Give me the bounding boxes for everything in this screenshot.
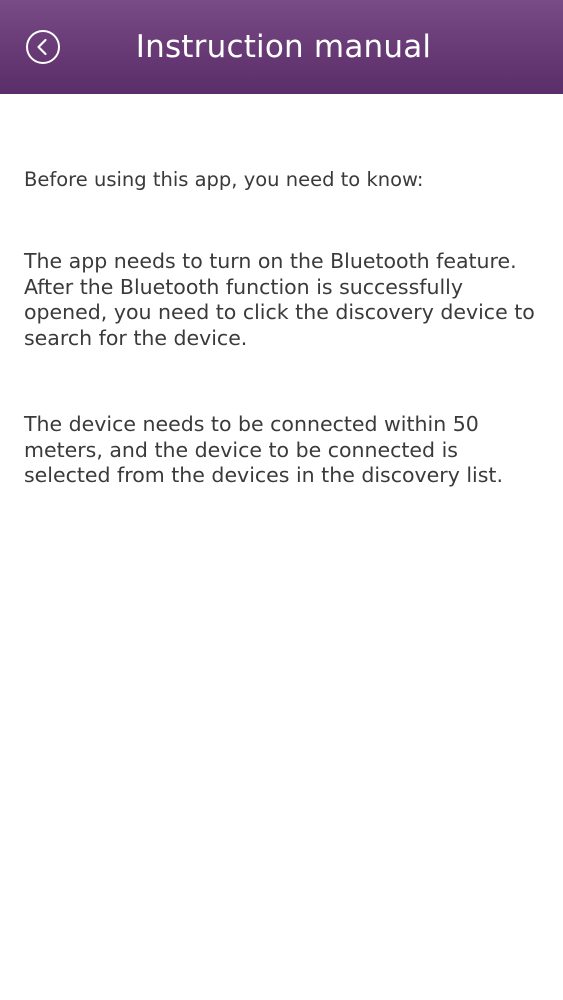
intro-text: Before using this app, you need to know: — [24, 168, 424, 191]
instruction-paragraph-distance: The device needs to be connected within … — [24, 411, 503, 488]
page-title-wrapper: Instruction manual — [0, 0, 563, 94]
app-header: Instruction manual — [0, 0, 563, 94]
instruction-paragraph-bluetooth: The app needs to turn on the Bluetooth f… — [24, 249, 535, 351]
instruction-content: Before using this app, you need to know:… — [0, 94, 563, 489]
page-title: Instruction manual — [135, 29, 432, 65]
